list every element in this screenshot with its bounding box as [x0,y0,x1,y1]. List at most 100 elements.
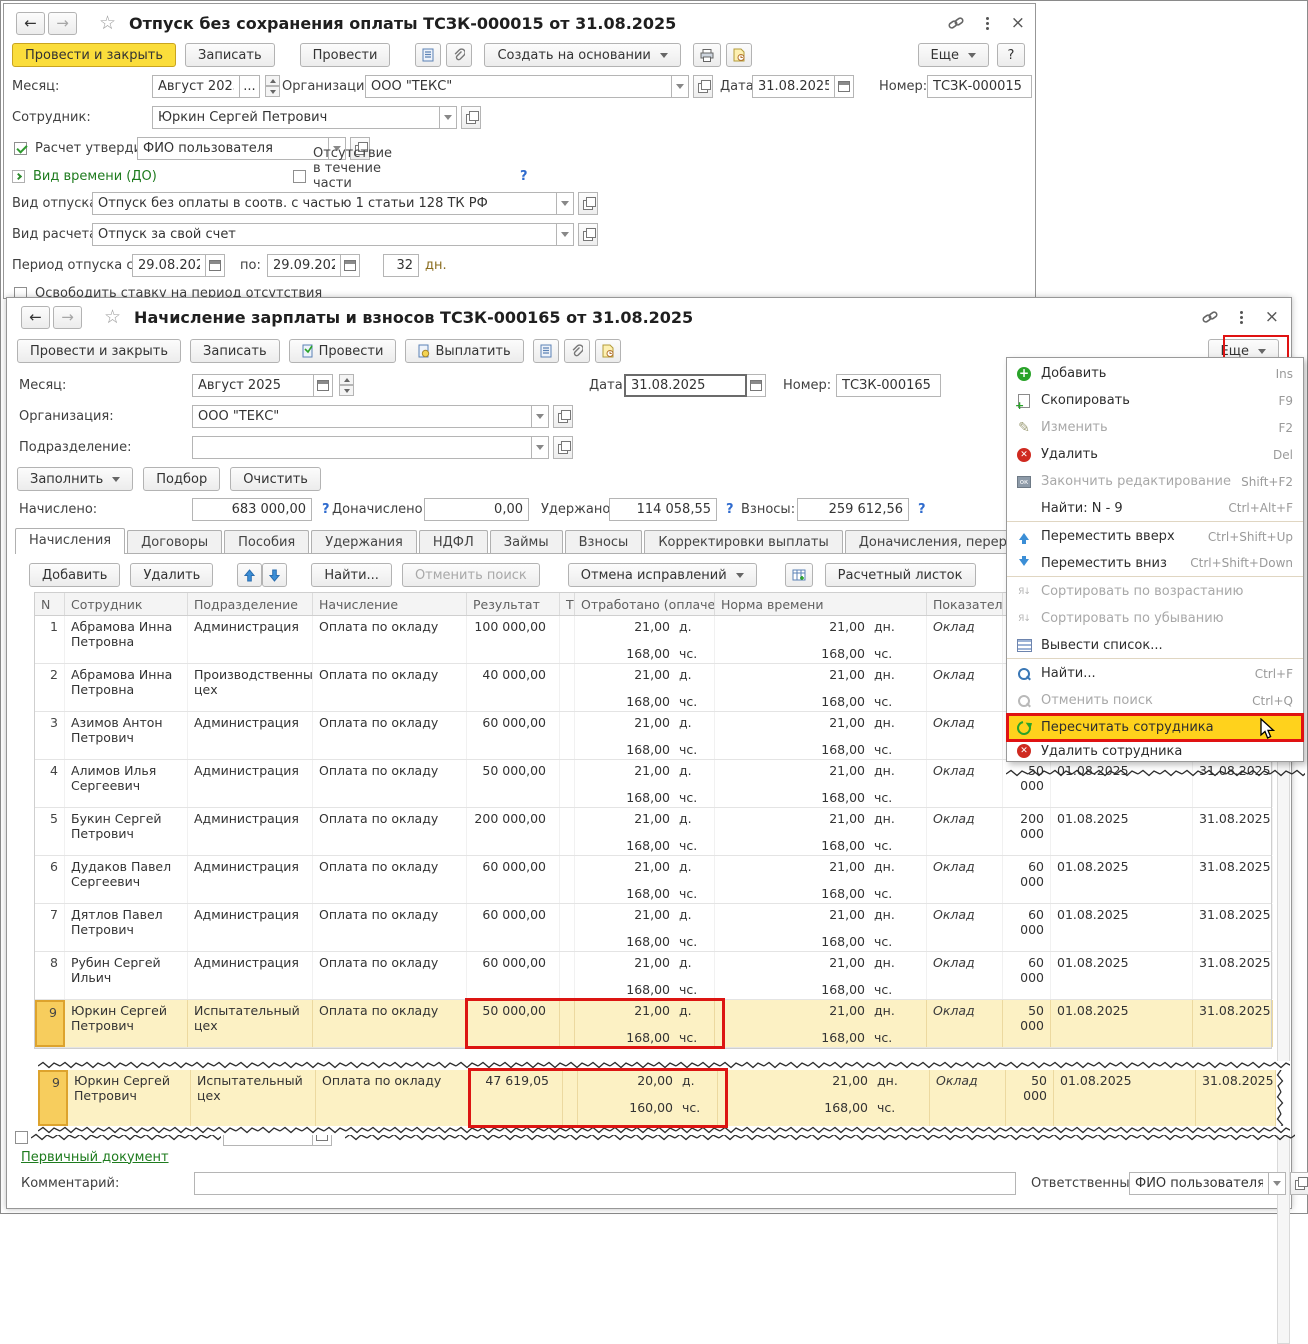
pick-button[interactable]: Подбор [143,467,220,491]
group-expander-icon[interactable] [12,170,25,183]
pay-button[interactable]: Выплатить [405,339,523,363]
month-spinner-2[interactable] [339,374,354,396]
leave-kind-open-button[interactable] [578,192,598,215]
date-calendar-icon[interactable] [835,75,854,98]
tab[interactable]: Пособия [224,530,309,554]
absence-part-shift-checkbox[interactable] [293,170,306,183]
create-based-on-button[interactable]: Создать на основании [484,43,680,67]
employee-field[interactable] [152,106,440,129]
org-open-button[interactable] [693,75,713,98]
link-icon[interactable] [948,15,964,31]
org-dropdown[interactable] [672,75,689,98]
number-field[interactable] [927,75,1032,98]
month-spinner[interactable] [265,75,280,97]
comment-input[interactable] [194,1172,1016,1195]
pay-slip-button[interactable]: Расчетный листок [825,563,976,587]
org-field-2[interactable] [192,405,532,428]
number-field-2[interactable] [836,374,941,397]
table-row[interactable]: 9 Юркин Сергей Петрович Испытательный це… [35,1000,1271,1048]
approved-field[interactable] [137,137,329,160]
menu-item[interactable]: Скопировать F9 [1007,387,1303,414]
tab[interactable]: Удержания [311,530,417,554]
recalculated-row[interactable]: 9 Юркин Сергей Петрович Испытательный це… [38,1070,1276,1126]
table-row[interactable]: 6 Дудаков Павел Сергеевич Администрация … [35,856,1271,904]
favorite-star-icon-2[interactable]: ☆ [104,306,121,328]
menu-item[interactable]: Изменить F2 [1007,414,1303,441]
find-button[interactable]: Найти... [311,563,392,587]
tab[interactable]: Договоры [127,530,222,554]
month-field[interactable] [152,75,240,98]
menu-item[interactable]: Удалить Del [1007,441,1303,468]
period-from-field[interactable] [132,254,206,277]
column-header[interactable]: Отработано (оплаче... [575,593,715,615]
date-calendar-icon-2[interactable] [747,374,766,397]
report-icon-2[interactable] [595,339,621,363]
column-header[interactable]: Результат [467,593,560,615]
contributions-help-icon[interactable]: ? [918,502,926,517]
post-and-close-button[interactable]: Провести и закрыть [12,43,176,67]
column-header[interactable]: N [35,593,65,615]
post-button[interactable]: Провести [300,43,391,67]
calc-kind-field[interactable] [92,223,557,246]
department-dropdown[interactable] [532,436,549,459]
help-button[interactable]: ? [997,43,1025,67]
responsible-field[interactable] [1129,1172,1269,1195]
forward-button-2[interactable]: → [53,306,82,329]
table-row[interactable]: 4 Алимов Илья Сергеевич Администрация Оп… [35,760,1271,808]
department-open-button[interactable] [553,436,573,459]
employee-open-button[interactable] [461,106,481,129]
leave-kind-field[interactable] [92,192,557,215]
month-calendar-icon-2[interactable] [314,374,333,397]
menu-item[interactable]: Найти... Ctrl+F [1007,660,1303,687]
leave-kind-dropdown[interactable] [557,192,574,215]
org-dropdown-2[interactable] [532,405,549,428]
withheld-help-icon[interactable]: ? [726,502,734,517]
more-dots-icon-2[interactable] [1240,316,1243,319]
menu-item[interactable]: Вывести список... [1007,632,1303,659]
calc-kind-dropdown[interactable] [557,223,574,246]
period-to-field[interactable] [267,254,341,277]
table-row[interactable]: 8 Рубин Сергей Ильич Администрация Оплат… [35,952,1271,1000]
table-row[interactable]: 7 Дятлов Павел Петрович Администрация Оп… [35,904,1271,952]
column-header[interactable]: Показатели [927,593,1003,615]
month-more-button[interactable]: ... [240,75,260,98]
tab[interactable]: Взносы [565,530,643,554]
column-header[interactable]: Норма времени [715,593,927,615]
accrued-help-icon[interactable]: ? [322,502,330,517]
more-button[interactable]: Еще [918,43,989,67]
close-icon-2[interactable]: × [1265,307,1279,327]
clear-button[interactable]: Очистить [230,467,321,491]
menu-item[interactable]: Отменить поиск Ctrl+Q [1007,687,1303,714]
tab[interactable]: Начисления [15,528,125,554]
menu-item[interactable]: Сортировать по возрастанию [1007,578,1303,605]
responsible-dropdown[interactable] [1269,1172,1286,1195]
tab[interactable]: Корректировки выплаты [644,530,842,554]
period-from-calendar-icon[interactable] [206,254,225,277]
period-to-calendar-icon[interactable] [341,254,360,277]
tab[interactable]: Займы [490,530,563,554]
row-delete-button[interactable]: Удалить [130,563,213,587]
cancel-fixes-button[interactable]: Отмена исправлений [568,563,757,587]
menu-item[interactable]: Сортировать по убыванию [1007,605,1303,632]
save-button[interactable]: Записать [185,43,275,67]
favorite-star-icon[interactable]: ☆ [99,12,116,34]
menu-item[interactable]: Найти: N - 9 Ctrl+Alt+F [1007,495,1303,522]
attachments-icon[interactable] [446,43,472,67]
table-row[interactable]: 5 Букин Сергей Петрович Администрация Оп… [35,808,1271,856]
register-records-button-2[interactable] [533,339,559,363]
save-button-2[interactable]: Записать [190,339,280,363]
department-field[interactable] [192,436,532,459]
time-kind-group-label[interactable]: Вид времени (ДО) [33,169,157,184]
menu-item[interactable]: Переместить вниз Ctrl+Shift+Down [1007,550,1303,577]
responsible-open-button[interactable] [1290,1172,1308,1195]
tab[interactable]: НДФЛ [419,530,488,554]
date-field-2[interactable] [624,374,747,397]
back-button[interactable]: ← [16,12,45,35]
calc-kind-open-button[interactable] [578,223,598,246]
column-header[interactable]: Сотрудник [65,593,188,615]
back-button-2[interactable]: ← [21,306,50,329]
row-add-button[interactable]: Добавить [29,563,120,587]
column-header[interactable]: Начисление [313,593,467,615]
attachments-icon-2[interactable] [564,339,590,363]
approved-checkbox[interactable] [14,142,27,155]
